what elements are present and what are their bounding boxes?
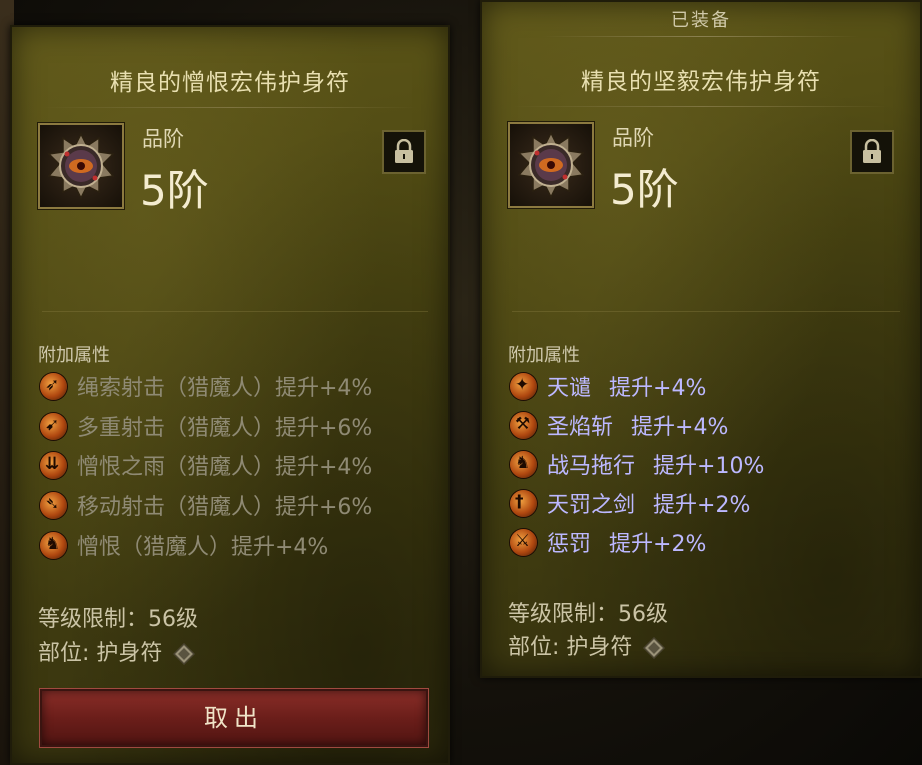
affix-skill-name: 天罚之剑 <box>547 493 636 518</box>
amulet-slot-icon <box>643 637 666 659</box>
section-divider <box>42 311 428 312</box>
punish-icon: ⚔ <box>510 528 537 556</box>
affix-row: ♞ 战马拖行 提升+10% <box>510 446 764 482</box>
item-slot-row: 部位: 护身符 <box>38 635 196 667</box>
vengeance-icon: ♞ <box>40 531 67 559</box>
affix-bonus: 提升+2% <box>653 493 751 518</box>
affix-row: ➴ 移动射击（猎魔人）提升+6% <box>40 487 372 523</box>
affix-row: ⇊ 憎恨之雨（猎魔人）提升+4% <box>40 447 372 483</box>
title-divider <box>42 107 418 108</box>
equipped-label: 已装备 <box>671 10 731 31</box>
lock-icon <box>863 139 881 163</box>
affix-bonus: 提升+10% <box>653 454 765 479</box>
item-title: 精良的坚毅宏伟护身符 <box>581 69 821 95</box>
sword-of-justice-icon: † <box>510 489 537 517</box>
item-slot: 部位: 护身符 <box>508 635 633 660</box>
blessed-hammer-icon: ⚒ <box>510 411 537 439</box>
affix-row: ➶ 绳索射击（猎魔人）提升+4% <box>40 368 372 404</box>
multishot-icon: ➹ <box>40 412 67 440</box>
heavens-fury-icon: ✦ <box>510 372 537 400</box>
amulet-icon <box>47 132 115 200</box>
affix-text: 憎恨之雨（猎魔人）提升+4% <box>77 455 373 480</box>
affix-row: ♞ 憎恨（猎魔人）提升+4% <box>40 527 328 563</box>
chakram-arrows-icon: ➶ <box>40 372 67 400</box>
item-slot: 部位: 护身符 <box>38 641 163 666</box>
lock-button[interactable] <box>382 130 426 174</box>
affix-text: 绳索射击（猎魔人）提升+4% <box>77 376 373 401</box>
affix-row: ➹ 多重射击（猎魔人）提升+6% <box>40 408 372 444</box>
item-icon-frame <box>38 123 124 209</box>
equipped-divider <box>542 36 860 37</box>
steed-charge-icon: ♞ <box>510 450 537 478</box>
affix-skill-name: 天谴 <box>547 376 592 401</box>
affix-section-title: 附加属性 <box>508 345 580 366</box>
affix-bonus: 提升+4% <box>609 376 707 401</box>
lock-button[interactable] <box>850 130 894 174</box>
amulet-icon <box>517 131 585 199</box>
affix-skill-name: 惩罚 <box>547 532 592 557</box>
lock-icon <box>395 139 413 163</box>
affix-skill-name: 圣焰斩 <box>547 415 614 440</box>
rank-label: 品阶 <box>142 127 184 151</box>
affix-row: ✦ 天谴 提升+4% <box>510 368 706 404</box>
title-divider <box>512 106 890 107</box>
hovered-item-tooltip: 精良的憎恨宏伟护身符 品阶 5阶 附加属性 ➶ 绳索射击（猎魔人）提升+4% ➹… <box>10 25 450 765</box>
section-divider <box>512 311 900 312</box>
affix-row: ⚒ 圣焰斩 提升+4% <box>510 407 728 443</box>
affix-bonus: 提升+4% <box>631 415 729 440</box>
affix-bonus: 提升+2% <box>609 532 707 557</box>
item-icon-frame <box>508 122 594 208</box>
affix-skill-name: 战马拖行 <box>547 454 636 479</box>
amulet-slot-icon <box>173 643 196 665</box>
affix-section-title: 附加属性 <box>38 345 110 366</box>
affix-row: † 天罚之剑 提升+2% <box>510 485 750 521</box>
rain-of-vengeance-icon: ⇊ <box>40 451 67 479</box>
item-title: 精良的憎恨宏伟护身符 <box>110 70 350 96</box>
rank-value: 5阶 <box>140 166 209 215</box>
rank-label: 品阶 <box>612 126 654 150</box>
affix-text: 多重射击（猎魔人）提升+6% <box>77 416 373 441</box>
affix-row: ⚔ 惩罚 提升+2% <box>510 524 706 560</box>
rank-value: 5阶 <box>610 165 679 214</box>
equipped-item-tooltip: 已装备 精良的坚毅宏伟护身符 品阶 5阶 附加属性 ✦ 天谴 提升+4% ⚒ 圣… <box>480 0 922 678</box>
remove-item-button[interactable]: 取出 <box>40 689 428 747</box>
level-requirement: 等级限制：56级 <box>508 602 668 627</box>
affix-text: 移动射击（猎魔人）提升+6% <box>77 495 373 520</box>
strafe-icon: ➴ <box>40 491 67 519</box>
level-requirement: 等级限制：56级 <box>38 607 198 632</box>
item-slot-row: 部位: 护身符 <box>508 629 666 661</box>
affix-text: 憎恨（猎魔人）提升+4% <box>77 535 329 560</box>
